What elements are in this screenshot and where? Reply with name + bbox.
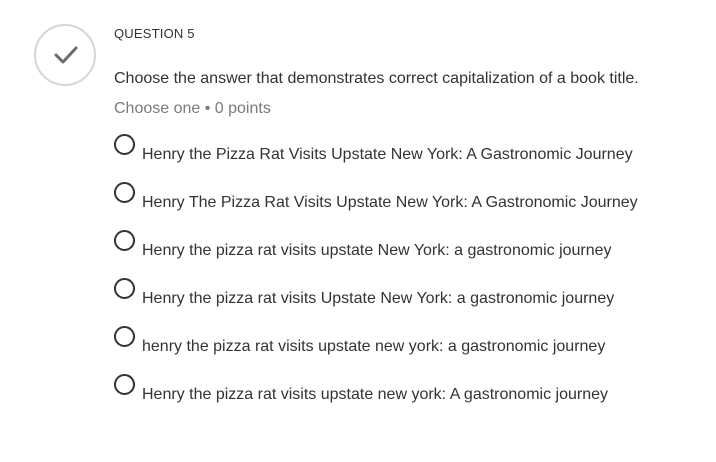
question-panel: QUESTION 5 Choose the answer that demons…: [0, 0, 716, 462]
answer-option[interactable]: henry the pizza rat visits upstate new y…: [114, 326, 704, 374]
answer-option-label[interactable]: henry the pizza rat visits upstate new y…: [142, 338, 605, 356]
radio-button[interactable]: [114, 182, 135, 203]
answer-option-label[interactable]: Henry the Pizza Rat Visits Upstate New Y…: [142, 146, 633, 164]
answer-option-label[interactable]: Henry the pizza rat visits upstate New Y…: [142, 242, 612, 260]
radio-button[interactable]: [114, 134, 135, 155]
answer-option[interactable]: Henry The Pizza Rat Visits Upstate New Y…: [114, 182, 704, 230]
question-prompt: Choose the answer that demonstrates corr…: [114, 70, 639, 87]
answer-options: Henry the Pizza Rat Visits Upstate New Y…: [114, 134, 704, 422]
checkmark-icon: [54, 46, 78, 64]
answer-option-label[interactable]: Henry the pizza rat visits Upstate New Y…: [142, 290, 614, 308]
question-number-label: QUESTION 5: [114, 26, 195, 41]
answer-option[interactable]: Henry the pizza rat visits upstate New Y…: [114, 230, 704, 278]
radio-button[interactable]: [114, 278, 135, 299]
answer-option[interactable]: Henry the pizza rat visits Upstate New Y…: [114, 278, 704, 326]
radio-button[interactable]: [114, 230, 135, 251]
question-status-indicator: [34, 24, 96, 86]
answer-option-label[interactable]: Henry The Pizza Rat Visits Upstate New Y…: [142, 194, 638, 212]
answer-option[interactable]: Henry the Pizza Rat Visits Upstate New Y…: [114, 134, 704, 182]
answer-option-label[interactable]: Henry the pizza rat visits upstate new y…: [142, 386, 608, 404]
radio-button[interactable]: [114, 326, 135, 347]
question-meta: Choose one • 0 points: [114, 100, 271, 117]
answer-option[interactable]: Henry the pizza rat visits upstate new y…: [114, 374, 704, 422]
radio-button[interactable]: [114, 374, 135, 395]
